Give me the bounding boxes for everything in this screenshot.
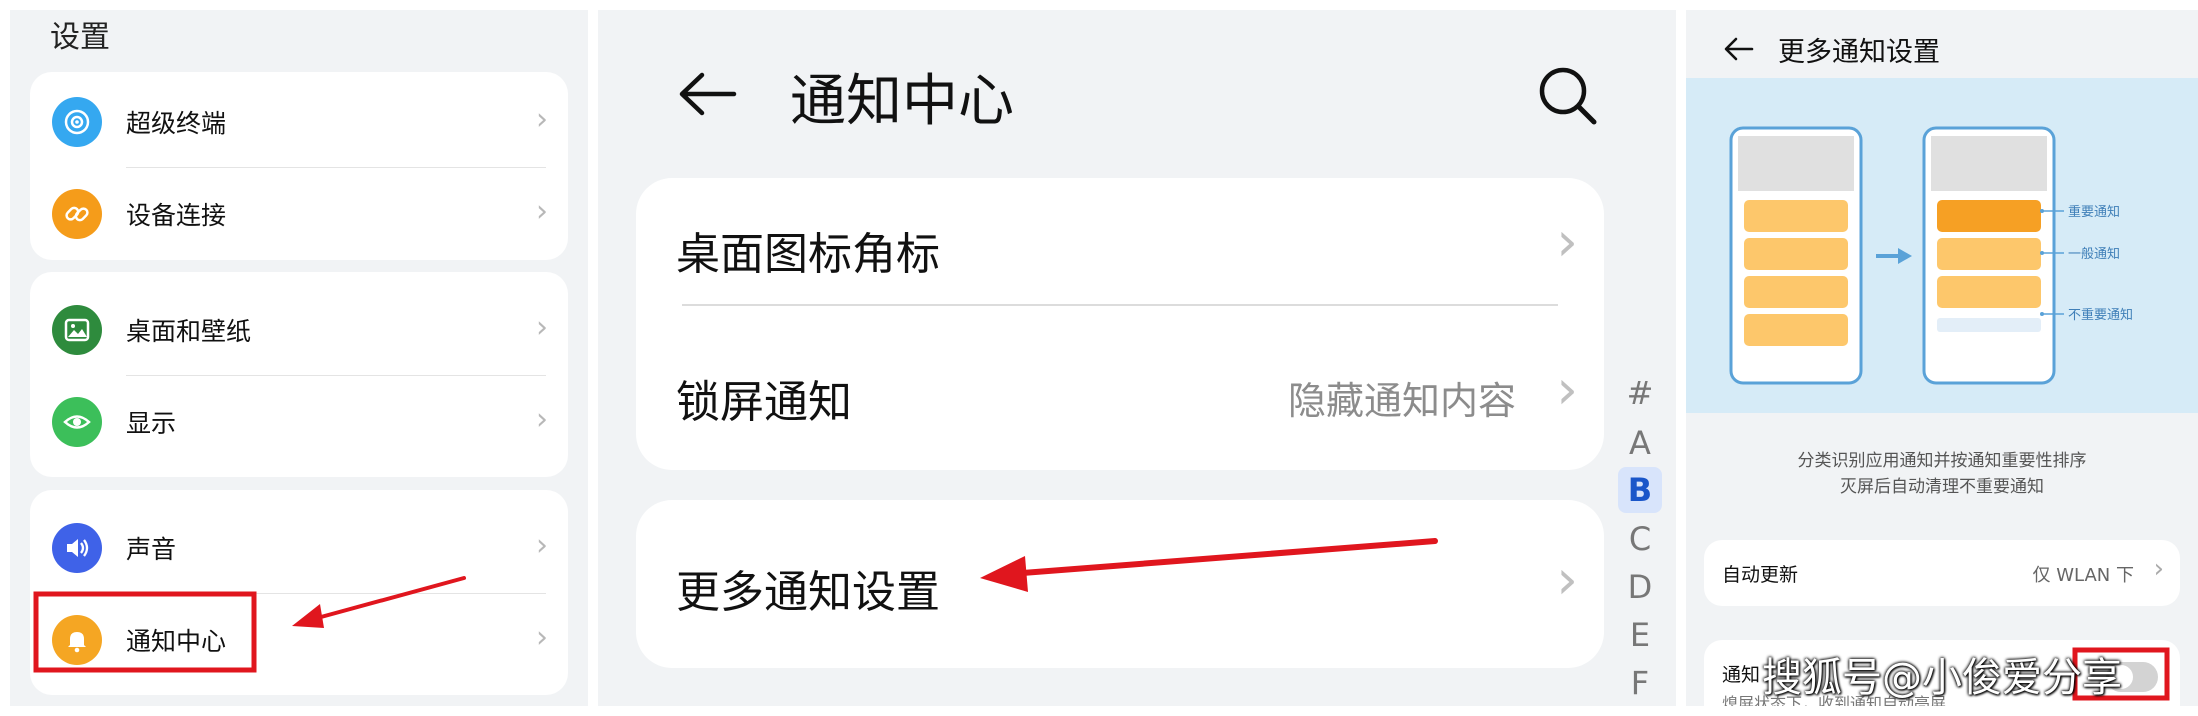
index-letter-active[interactable]: B <box>1618 467 1662 513</box>
illustration-label-important: 重要通知 <box>2068 204 2120 220</box>
chevron-right-icon: › <box>1556 210 1578 273</box>
settings-item-display[interactable]: 显示 › <box>30 376 568 468</box>
description-line: 灭屏后自动清理不重要通知 <box>1840 477 2044 497</box>
chevron-right-icon: › <box>536 402 548 437</box>
page-title: 通知中心 <box>790 69 1014 134</box>
desktop-badge-row[interactable]: 桌面图标角标 › <box>636 178 1604 324</box>
chevron-right-icon: › <box>536 528 548 563</box>
settings-item-label: 超级终端 <box>126 109 227 138</box>
lockscreen-notification-row[interactable]: 锁屏通知 隐藏通知内容 › <box>636 324 1604 470</box>
search-icon[interactable] <box>1536 64 1600 128</box>
settings-item-label: 声音 <box>126 535 177 564</box>
index-letter[interactable]: # <box>1618 370 1662 416</box>
settings-group-connect: 超级终端 › 设备连接 › <box>30 72 568 260</box>
back-arrow-icon[interactable] <box>1722 32 1756 66</box>
desktop-badge-label: 桌面图标角标 <box>676 229 940 280</box>
index-letter[interactable]: A <box>1618 420 1662 466</box>
settings-panel: 设置 超级终端 › 设备连接 › 桌面和壁纸 › 显示 › 声音 › 通知中心 … <box>10 10 588 706</box>
wallpaper-icon <box>52 305 102 355</box>
watermark: 搜狐号@小俊爱分享 <box>1762 655 2122 701</box>
more-notification-settings-label: 更多通知设置 <box>676 567 940 618</box>
bell-icon <box>52 615 102 665</box>
notification-options-card: 桌面图标角标 › 锁屏通知 隐藏通知内容 › <box>636 178 1604 470</box>
settings-group-sound: 声音 › 通知中心 › <box>30 490 568 695</box>
illustration-label-unimportant: 不重要通知 <box>2068 307 2133 323</box>
settings-item-label: 通知中心 <box>126 627 227 656</box>
auto-update-label: 自动更新 <box>1722 564 1799 586</box>
index-letter[interactable]: D <box>1618 564 1662 610</box>
settings-item-label: 显示 <box>126 409 177 438</box>
speaker-icon <box>52 523 102 573</box>
settings-item-label: 设备连接 <box>126 201 227 230</box>
chevron-right-icon: › <box>536 310 548 345</box>
divider <box>682 304 1558 306</box>
settings-item-device-connection[interactable]: 设备连接 › <box>30 168 568 260</box>
chevron-right-icon: › <box>536 102 548 137</box>
description-line: 分类识别应用通知并按通知重要性排序 <box>1797 451 2087 471</box>
settings-item-wallpaper[interactable]: 桌面和壁纸 › <box>30 284 568 376</box>
notification-center-panel: 通知中心 桌面图标角标 › 锁屏通知 隐藏通知内容 › 更多通知设置 › <box>598 10 1676 706</box>
back-arrow-icon[interactable] <box>676 62 740 126</box>
super-device-icon <box>52 97 102 147</box>
settings-group-display: 桌面和壁纸 › 显示 › <box>30 272 568 477</box>
link-icon <box>52 189 102 239</box>
page-title: 设置 <box>50 20 110 55</box>
more-notification-settings-row[interactable]: 更多通知设置 › <box>636 500 1604 668</box>
settings-item-super-device[interactable]: 超级终端 › <box>30 76 568 168</box>
index-letter[interactable]: C <box>1618 516 1662 562</box>
eye-icon <box>52 397 102 447</box>
chevron-right-icon: › <box>1556 548 1578 611</box>
auto-update-value: 仅 WLAN 下 <box>2032 565 2134 586</box>
index-letter[interactable]: F <box>1618 660 1662 706</box>
chevron-right-icon: › <box>536 620 548 655</box>
notification-sorting-illustration: 重要通知 一般通知 不重要通知 <box>1686 78 2198 413</box>
wake-screen-label: 通知 <box>1722 664 1761 686</box>
illustration-label-normal: 一般通知 <box>2068 246 2120 262</box>
more-notification-settings-panel: 更多通知设置 重要通知 一般通知 不重要通知 分类识别应用通知并按通知重要性排序… <box>1686 10 2198 706</box>
index-letter[interactable]: E <box>1618 612 1662 658</box>
chevron-right-icon: › <box>1556 358 1578 421</box>
settings-item-sound[interactable]: 声音 › <box>30 502 568 594</box>
more-settings-card: 更多通知设置 › <box>636 500 1604 668</box>
lockscreen-notification-value: 隐藏通知内容 <box>1287 379 1516 423</box>
auto-update-row[interactable]: 自动更新 仅 WLAN 下 › <box>1704 540 2180 606</box>
chevron-right-icon: › <box>2153 554 2164 584</box>
settings-item-label: 桌面和壁纸 <box>126 317 252 346</box>
lockscreen-notification-label: 锁屏通知 <box>676 377 852 428</box>
chevron-right-icon: › <box>536 194 548 229</box>
page-title: 更多通知设置 <box>1778 37 1940 68</box>
settings-item-notification-center[interactable]: 通知中心 › <box>30 594 568 686</box>
